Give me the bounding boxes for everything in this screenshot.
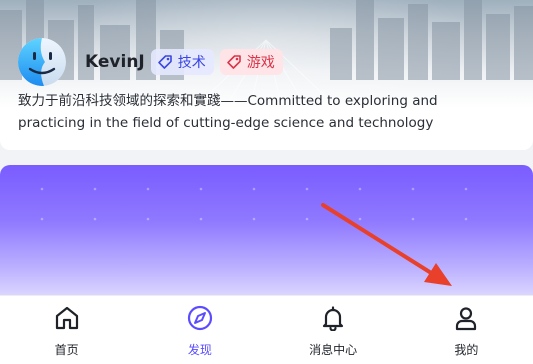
tag-icon xyxy=(157,55,172,69)
bio-text: 致力于前沿科技领域的探索和實踐——Committed to exploring … xyxy=(18,90,488,134)
compass-icon xyxy=(187,305,212,331)
tab-messages[interactable]: 消息中心 xyxy=(267,296,400,364)
tab-label: 我的 xyxy=(454,343,479,357)
tag-icon xyxy=(226,55,241,69)
tag-label: 游戏 xyxy=(246,55,275,71)
avatar[interactable] xyxy=(18,38,66,86)
tag-tech[interactable]: 技术 xyxy=(150,49,214,75)
feature-banner[interactable] xyxy=(0,165,533,305)
tag-label: 技术 xyxy=(177,55,206,71)
bell-icon xyxy=(323,306,344,331)
tab-label: 发现 xyxy=(187,343,212,357)
finder-face-icon xyxy=(18,38,66,86)
home-icon xyxy=(55,306,78,330)
bio-line: 致力于前沿科技领域的探索和實踐——Committed to exploring … xyxy=(18,93,438,109)
tab-me[interactable]: 我的 xyxy=(400,296,533,364)
profile-header: KevinJ 技术 游戏 xyxy=(18,38,283,86)
tab-home[interactable]: 首页 xyxy=(0,296,133,364)
banner-decoration xyxy=(40,187,468,221)
bottom-tab-bar: 首页 发现 消息中心 我的 xyxy=(0,295,533,364)
tag-game[interactable]: 游戏 xyxy=(219,49,283,75)
tab-discover[interactable]: 发现 xyxy=(133,296,266,364)
username: KevinJ xyxy=(85,52,145,72)
bio-line: practicing in the field of cutting-edge … xyxy=(18,115,434,131)
user-icon xyxy=(456,307,477,331)
profile-card: KevinJ 技术 游戏 致力于前沿科技领域的探索和實踐——Committed … xyxy=(0,0,533,150)
tab-label: 首页 xyxy=(54,343,79,357)
tab-label: 消息中心 xyxy=(309,343,358,357)
